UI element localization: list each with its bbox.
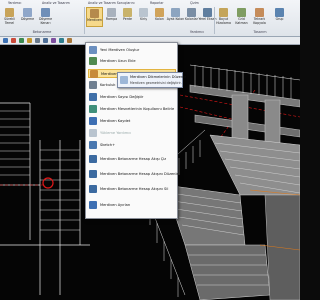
ribbon-button-grid-katman[interactable]: Grid Katman bbox=[234, 7, 249, 27]
stair-edit-icon bbox=[120, 76, 128, 84]
menu-item-yeni-merdiven[interactable]: Yeni Merdiven Oluştur bbox=[88, 46, 176, 55]
new-stair-icon bbox=[89, 46, 97, 54]
tooltip: Merdiven Dikmelerinin Düzenle Merdiven g… bbox=[117, 72, 187, 88]
tooltip-description: Merdiven geometrisini değiştirir. bbox=[130, 81, 182, 85]
ribbon-group-betonarme: Betonarme bbox=[32, 30, 52, 34]
pier-icon bbox=[171, 8, 180, 17]
menu-item-sketch[interactable]: Sketch+ bbox=[88, 141, 176, 150]
snap-icon[interactable] bbox=[59, 38, 64, 43]
ribbon-button-doseme[interactable]: Döşeme bbox=[20, 7, 35, 27]
plan-grid bbox=[0, 102, 90, 295]
ramp-icon bbox=[107, 8, 116, 17]
ribbon-button-merdiven[interactable]: Merdiven bbox=[86, 7, 103, 27]
ribbon-separator bbox=[84, 7, 85, 34]
tab-raporlar[interactable]: Raporlar bbox=[150, 0, 164, 6]
ribbon-button-boyut-hizalama[interactable]: Boyut Hizalama bbox=[216, 7, 231, 27]
ribbon-button-doseme-kenari[interactable]: Döşeme Kenarı bbox=[38, 7, 53, 27]
menu-item-merdiven-sayisi[interactable]: Merdiven Sayısı Değiştir bbox=[88, 93, 176, 102]
menu-item-hesap-akisi-sil[interactable]: Merdiven Betonarme Hesap Akışını Sil bbox=[88, 185, 176, 194]
calc-flow-draw-icon bbox=[89, 155, 97, 163]
ribbon-button-perde[interactable]: Perde bbox=[120, 7, 135, 27]
foundation-icon bbox=[5, 8, 14, 17]
side-wall-3d bbox=[264, 194, 300, 300]
ribbon-button-tekrarli-kopyala[interactable]: Tekrarlı Kopyala bbox=[252, 7, 267, 27]
tab-analiz-sonuclari[interactable]: Analiz ve Tasarım Sonuçlarını bbox=[88, 0, 134, 6]
copy-icon bbox=[255, 8, 264, 17]
tab-yardimci[interactable]: Yardımcı bbox=[8, 0, 21, 6]
ribbon-group-tasarim: Tasarım bbox=[253, 30, 267, 34]
menu-item-hesap-akisi-ciz[interactable]: Merdiven Betonarme Hesap Akışı Çiz bbox=[88, 155, 176, 164]
ribbon-button-rampa[interactable]: Rampa bbox=[104, 7, 119, 27]
select-icon[interactable] bbox=[3, 38, 8, 43]
group-icon bbox=[275, 8, 284, 17]
sketch-icon bbox=[89, 141, 97, 149]
menu-item-merdiven-kaydet[interactable]: Merdiven Kaydet bbox=[88, 117, 176, 126]
shear-wall-icon bbox=[123, 8, 132, 17]
menu-item-merdiven-ayirlari[interactable]: Merdiven Ayırları bbox=[88, 201, 176, 210]
ribbon: Yardımcı Analiz ve Tasarım Analiz ve Tas… bbox=[0, 0, 300, 37]
columns-icon bbox=[187, 8, 196, 17]
stair-icon bbox=[90, 9, 99, 18]
numbering-icon bbox=[89, 93, 97, 101]
slab-edge-icon bbox=[41, 8, 50, 17]
menu-item-yukleme-yardimci[interactable]: Yükleme Yardımcı bbox=[88, 129, 176, 138]
tab-cizim[interactable]: Çizim bbox=[190, 0, 199, 6]
calc-flow-edit-icon bbox=[89, 170, 97, 178]
ribbon-button-kiris[interactable]: Kiriş bbox=[136, 7, 151, 27]
layer-icon[interactable] bbox=[67, 38, 72, 43]
tab-analiz-tasarim[interactable]: Analiz ve Tasarım bbox=[42, 0, 70, 6]
ribbon-button-yerel-eksen[interactable]: Yerel Eksen bbox=[198, 7, 217, 27]
stair-dropdown-menu: Yeni Merdiven Oluştur Merdiven Uzun Ekle… bbox=[85, 42, 179, 219]
menu-item-mesnet-kosullari[interactable]: Merdiven Mesnetlerinin Koşullarını Belir… bbox=[88, 105, 176, 114]
stair-settings-icon bbox=[89, 201, 97, 209]
ribbon-button-kolonlar[interactable]: Kolonlar bbox=[184, 7, 199, 27]
copy-tool-icon[interactable] bbox=[19, 38, 24, 43]
slab-icon bbox=[23, 8, 32, 17]
menu-item-merdiven-uzun-ekle[interactable]: Merdiven Uzun Ekle bbox=[88, 57, 176, 66]
load-helper-icon bbox=[89, 129, 97, 137]
beam-icon bbox=[139, 8, 148, 17]
grid-layer-icon bbox=[237, 8, 246, 17]
calc-flow-delete-icon bbox=[89, 185, 97, 193]
tooltip-title: Merdiven Dikmelerinin Düzenle bbox=[130, 75, 187, 79]
ribbon-button-grup[interactable]: Grup bbox=[272, 7, 287, 27]
local-axis-icon bbox=[203, 8, 212, 17]
ribbon-button-surekli-temel[interactable]: Sürekli Temel bbox=[2, 7, 17, 27]
ribbon-button-kolon[interactable]: Kolon bbox=[152, 7, 167, 27]
stair-edit-icon bbox=[90, 70, 98, 78]
delete-icon[interactable] bbox=[11, 38, 16, 43]
save-stair-icon bbox=[89, 117, 97, 125]
upper-frame-3d bbox=[189, 84, 300, 146]
selection-marker bbox=[42, 177, 54, 189]
measure-icon[interactable] bbox=[51, 38, 56, 43]
ribbon-tabs: Yardımcı Analiz ve Tasarım Analiz ve Tas… bbox=[0, 0, 300, 6]
align-icon bbox=[219, 8, 228, 17]
move-icon[interactable] bbox=[27, 38, 32, 43]
rotate-icon[interactable] bbox=[35, 38, 40, 43]
support-icon bbox=[89, 105, 97, 113]
mirror-icon[interactable] bbox=[43, 38, 48, 43]
ribbon-button-ayak-kolon[interactable]: Ayak Kolon bbox=[167, 7, 184, 27]
column-icon bbox=[155, 8, 164, 17]
ribbon-separator bbox=[214, 7, 215, 34]
railing-icon bbox=[89, 81, 97, 89]
menu-item-hesap-akisi-duzenle[interactable]: Merdiven Betonarme Hesap Akışını Düzenle bbox=[88, 170, 179, 179]
add-stair-icon bbox=[89, 57, 97, 65]
ribbon-group-yardimci: Yardımcı bbox=[189, 30, 205, 34]
